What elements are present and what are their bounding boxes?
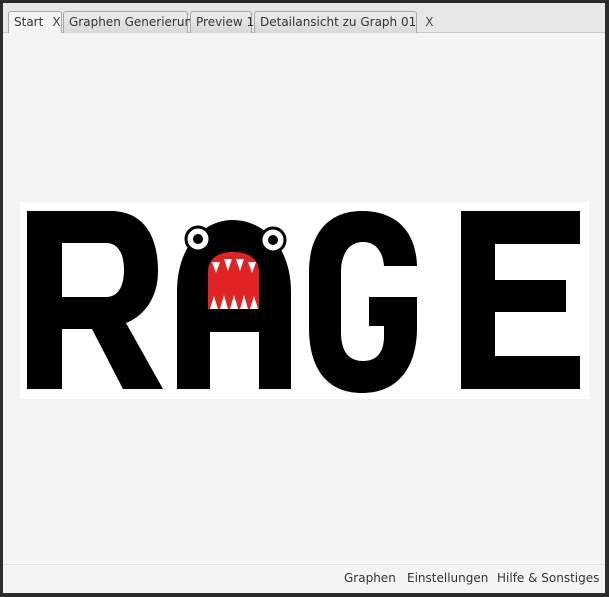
logo-letter-a-monster: [177, 220, 291, 389]
logo-letter-e: [461, 211, 580, 389]
logo-letter-r: [27, 211, 163, 389]
right-eye-icon: [259, 226, 287, 254]
footer-link-graphen[interactable]: Graphen: [344, 571, 396, 585]
tab-label: Start: [14, 15, 44, 29]
tab-bar: Start X Graphen Generierung Preview 1 Det…: [3, 3, 605, 34]
rage-logo: [20, 202, 589, 399]
footer-link-einstellungen[interactable]: Einstellungen: [407, 571, 488, 585]
close-icon[interactable]: X: [52, 15, 60, 29]
start-view: [3, 33, 605, 565]
close-icon[interactable]: X: [425, 15, 433, 29]
tab-label: Preview 1: [196, 15, 255, 29]
footer-bar: Graphen Einstellungen Hilfe & Sonstiges: [3, 564, 605, 593]
tab-graphen-generierung[interactable]: Graphen Generierung: [63, 11, 200, 33]
tab-start[interactable]: Start X: [8, 11, 62, 34]
rage-logo-graphic: [27, 211, 580, 393]
tab-detailansicht[interactable]: Detailansicht zu Graph 01 X: [254, 11, 433, 33]
logo-letter-g: [309, 211, 417, 393]
tab-label: Detailansicht zu Graph 01: [260, 15, 417, 29]
mouth-icon: [208, 252, 259, 309]
tab-label: Graphen Generierung: [69, 15, 200, 29]
left-eye-icon: [184, 225, 212, 253]
footer-link-hilfe[interactable]: Hilfe & Sonstiges: [497, 571, 599, 585]
app-window: Start X Graphen Generierung Preview 1 Det…: [3, 3, 605, 593]
tab-preview-1[interactable]: Preview 1: [190, 11, 255, 33]
